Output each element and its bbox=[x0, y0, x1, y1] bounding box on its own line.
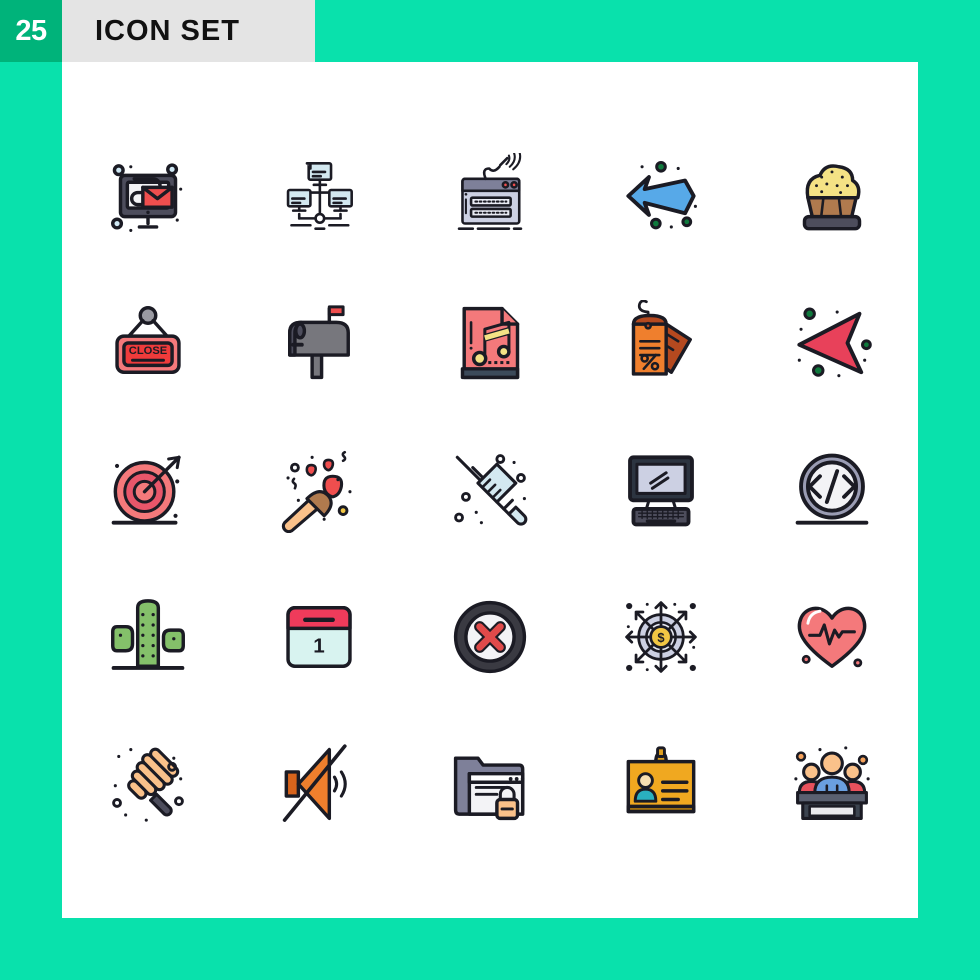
icon-cell-target-arrow[interactable] bbox=[62, 416, 233, 563]
close-sign-icon: CLOSE bbox=[114, 305, 181, 374]
discount-tags-icon bbox=[631, 299, 693, 376]
icon-cell-mute-speaker[interactable] bbox=[233, 711, 404, 858]
left-arrow-cursor-icon bbox=[797, 307, 873, 378]
icon-cell-heartbeat-heart[interactable] bbox=[747, 564, 918, 711]
makeup-brush-icon bbox=[281, 450, 352, 533]
calendar-icon: 1 bbox=[286, 606, 352, 669]
syringe-icon bbox=[454, 454, 528, 526]
calendar-day-text: 1 bbox=[313, 635, 324, 658]
icon-cell-secure-folder[interactable] bbox=[404, 711, 575, 858]
icon-cell-computer-network[interactable] bbox=[233, 122, 404, 269]
cactus-icon bbox=[110, 599, 185, 671]
music-file-icon bbox=[460, 306, 520, 379]
icon-grid: CLOSE 1 $ bbox=[62, 122, 918, 858]
computer-network-icon bbox=[286, 161, 353, 230]
code-circle-icon bbox=[796, 453, 869, 525]
icon-cell-syringe[interactable] bbox=[404, 416, 575, 563]
icon-cell-cancel-circle[interactable] bbox=[404, 564, 575, 711]
icon-cell-left-arrow-cursor[interactable] bbox=[747, 269, 918, 416]
icon-cell-cactus[interactable] bbox=[62, 564, 233, 711]
icon-sheet: CLOSE 1 $ bbox=[62, 62, 918, 918]
right-arrow-icon bbox=[626, 160, 698, 229]
money-network-icon: $ bbox=[625, 601, 697, 673]
id-card-icon bbox=[626, 746, 696, 814]
icon-cell-email-monitor[interactable] bbox=[62, 122, 233, 269]
icon-cell-cupcake[interactable] bbox=[747, 122, 918, 269]
money-symbol-text: $ bbox=[658, 630, 665, 645]
icon-count-badge: 25 bbox=[0, 0, 62, 62]
icon-cell-desktop-computer[interactable] bbox=[576, 416, 747, 563]
icon-set-page: 25 ICON SET CLOSE 1 $ bbox=[0, 0, 980, 980]
icon-cell-music-file[interactable] bbox=[404, 269, 575, 416]
icon-cell-close-sign[interactable]: CLOSE bbox=[62, 269, 233, 416]
desktop-computer-icon bbox=[628, 455, 695, 527]
conference-panel-icon bbox=[794, 746, 871, 821]
icon-cell-money-network[interactable]: $ bbox=[576, 564, 747, 711]
email-monitor-icon bbox=[110, 162, 182, 232]
mailbox-icon bbox=[287, 305, 350, 379]
wireless-router-icon bbox=[457, 152, 523, 230]
heartbeat-heart-icon bbox=[797, 606, 867, 669]
icon-cell-conference-panel[interactable] bbox=[747, 711, 918, 858]
mute-speaker-icon bbox=[282, 744, 347, 823]
icon-cell-code-circle[interactable] bbox=[747, 416, 918, 563]
header-bar: 25 ICON SET bbox=[0, 0, 315, 62]
cancel-circle-icon bbox=[453, 601, 527, 674]
secure-folder-icon bbox=[453, 756, 525, 821]
icon-cell-honey-dipper[interactable] bbox=[62, 711, 233, 858]
icon-cell-right-arrow[interactable] bbox=[576, 122, 747, 269]
icon-cell-wireless-router[interactable] bbox=[404, 122, 575, 269]
page-title: ICON SET bbox=[95, 14, 240, 47]
cupcake-icon bbox=[803, 163, 862, 230]
icon-cell-mailbox[interactable] bbox=[233, 269, 404, 416]
honey-dipper-icon bbox=[111, 748, 184, 823]
target-arrow-icon bbox=[111, 455, 181, 525]
icon-cell-calendar[interactable]: 1 bbox=[233, 564, 404, 711]
icon-cell-makeup-brush[interactable] bbox=[233, 416, 404, 563]
close-sign-text: CLOSE bbox=[128, 345, 167, 357]
icon-cell-id-card[interactable] bbox=[576, 711, 747, 858]
icon-cell-discount-tags[interactable] bbox=[576, 269, 747, 416]
